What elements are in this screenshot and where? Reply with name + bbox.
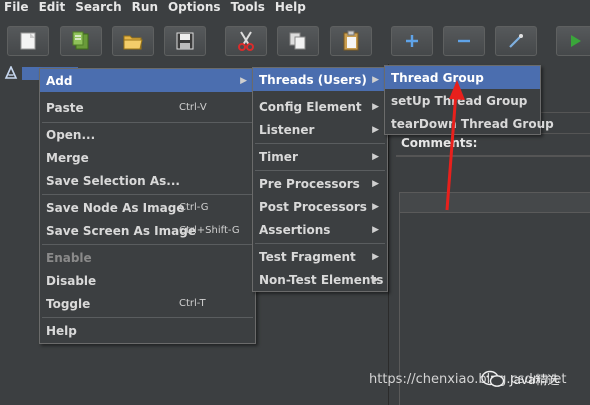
watermark-brand: Java精选 [480,370,559,388]
wechat-icon [481,370,505,387]
watermark-brand-text: Java精选 [510,372,560,387]
annotation-arrow [445,80,465,211]
